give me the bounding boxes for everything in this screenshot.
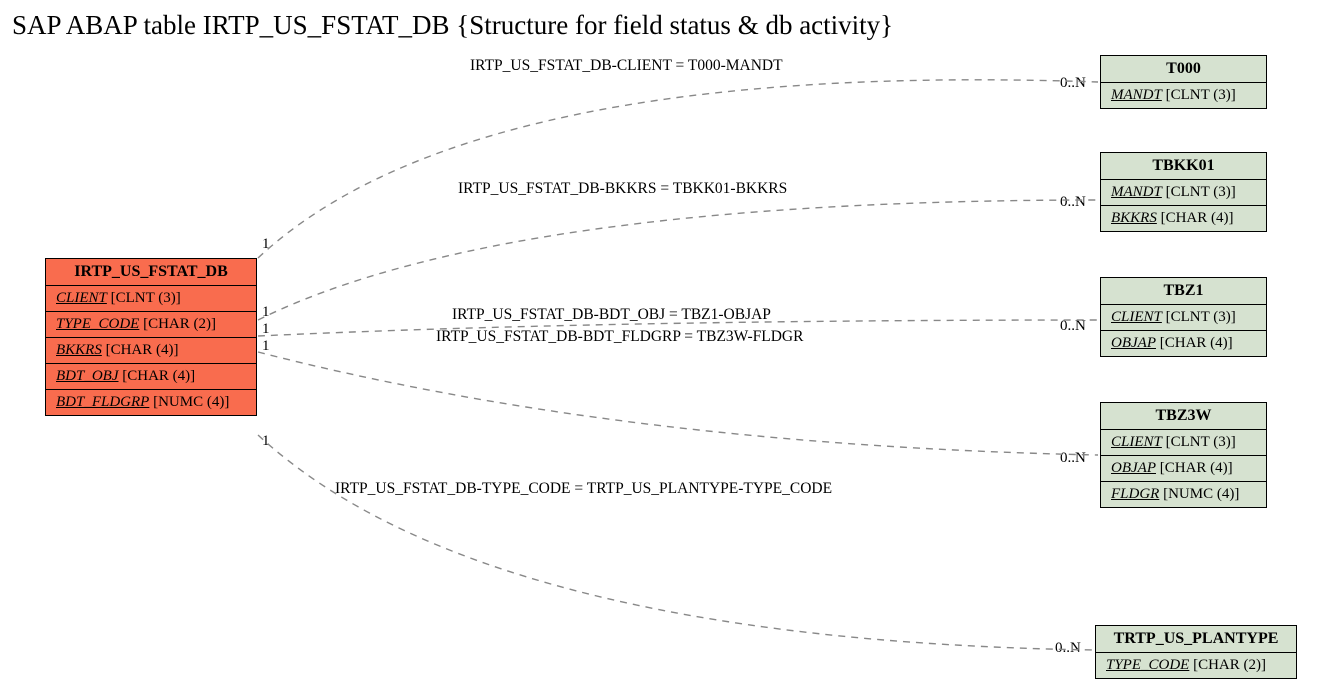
entity-tbkk01: TBKK01 MANDT [CLNT (3)] BKKRS [CHAR (4)]	[1100, 152, 1267, 232]
entity-trtp: TRTP_US_PLANTYPE TYPE_CODE [CHAR (2)]	[1095, 625, 1297, 679]
entity-tbz1: TBZ1 CLIENT [CLNT (3)] OBJAP [CHAR (4)]	[1100, 277, 1267, 357]
edge-label: IRTP_US_FSTAT_DB-BKKRS = TBKK01-BKKRS	[458, 180, 787, 198]
entity-t000: T000 MANDT [CLNT (3)]	[1100, 55, 1267, 109]
cardinality-one: 1	[262, 321, 270, 338]
entity-main-field: BDT_OBJ [CHAR (4)]	[46, 364, 256, 390]
cardinality-one: 1	[262, 304, 270, 321]
entity-main-field: TYPE_CODE [CHAR (2)]	[46, 312, 256, 338]
cardinality-one: 1	[262, 433, 270, 450]
entity-field: MANDT [CLNT (3)]	[1101, 83, 1266, 108]
entity-main: IRTP_US_FSTAT_DB CLIENT [CLNT (3)] TYPE_…	[45, 258, 257, 416]
entity-header: TBZ3W	[1101, 403, 1266, 430]
page-title: SAP ABAP table IRTP_US_FSTAT_DB {Structu…	[12, 10, 893, 41]
entity-field: CLIENT [CLNT (3)]	[1101, 305, 1266, 331]
edge-label: IRTP_US_FSTAT_DB-BDT_FLDGRP = TBZ3W-FLDG…	[436, 328, 803, 346]
cardinality-many: 0..N	[1055, 640, 1081, 657]
cardinality-one: 1	[262, 338, 270, 355]
entity-main-field: BDT_FLDGRP [NUMC (4)]	[46, 390, 256, 415]
entity-main-field: CLIENT [CLNT (3)]	[46, 286, 256, 312]
edge-label: IRTP_US_FSTAT_DB-BDT_OBJ = TBZ1-OBJAP	[452, 306, 771, 324]
entity-header: T000	[1101, 56, 1266, 83]
entity-field: OBJAP [CHAR (4)]	[1101, 456, 1266, 482]
entity-header: TBKK01	[1101, 153, 1266, 180]
entity-field: OBJAP [CHAR (4)]	[1101, 331, 1266, 356]
entity-header: TRTP_US_PLANTYPE	[1096, 626, 1296, 653]
edge-label: IRTP_US_FSTAT_DB-TYPE_CODE = TRTP_US_PLA…	[335, 480, 832, 498]
entity-field: BKKRS [CHAR (4)]	[1101, 206, 1266, 231]
entity-main-header: IRTP_US_FSTAT_DB	[46, 259, 256, 286]
cardinality-many: 0..N	[1060, 75, 1086, 92]
entity-field: FLDGR [NUMC (4)]	[1101, 482, 1266, 507]
entity-main-field: BKKRS [CHAR (4)]	[46, 338, 256, 364]
edge-label: IRTP_US_FSTAT_DB-CLIENT = T000-MANDT	[470, 57, 783, 75]
entity-field: MANDT [CLNT (3)]	[1101, 180, 1266, 206]
entity-field: TYPE_CODE [CHAR (2)]	[1096, 653, 1296, 678]
cardinality-many: 0..N	[1060, 194, 1086, 211]
cardinality-many: 0..N	[1060, 318, 1086, 335]
cardinality-many: 0..N	[1060, 450, 1086, 467]
entity-tbz3w: TBZ3W CLIENT [CLNT (3)] OBJAP [CHAR (4)]…	[1100, 402, 1267, 508]
cardinality-one: 1	[262, 236, 270, 253]
entity-field: CLIENT [CLNT (3)]	[1101, 430, 1266, 456]
entity-header: TBZ1	[1101, 278, 1266, 305]
